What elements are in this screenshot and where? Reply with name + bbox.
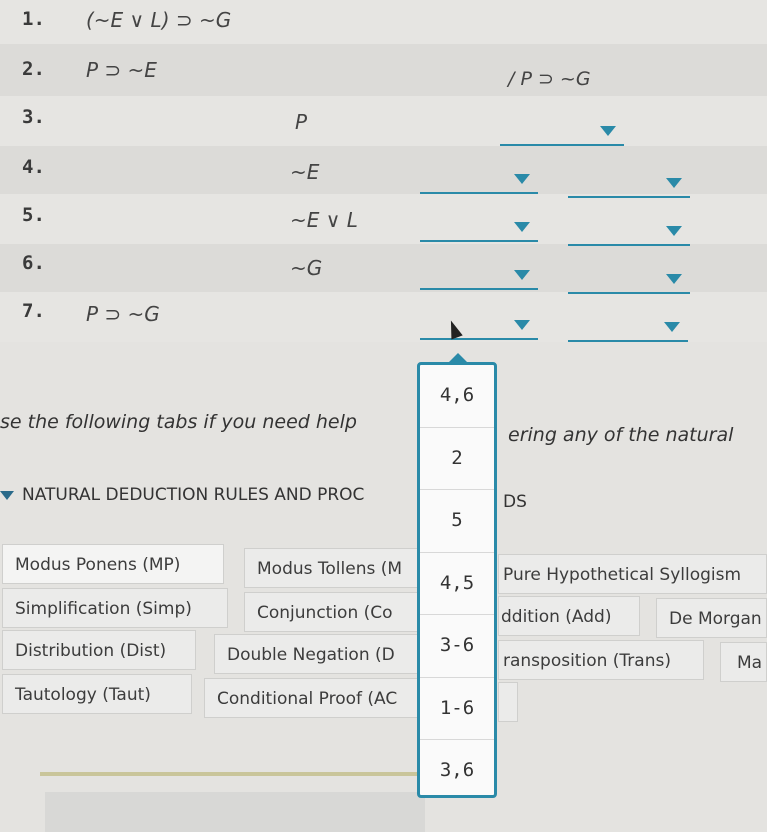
rule-select-line-6[interactable] bbox=[568, 268, 690, 294]
tab-empty bbox=[498, 682, 518, 722]
dropdown-option[interactable]: 1-6 bbox=[420, 678, 494, 740]
lines-select-line-7[interactable] bbox=[420, 314, 538, 340]
rule-select-line-7[interactable] bbox=[568, 316, 688, 342]
dropdown-option[interactable]: 2 bbox=[420, 428, 494, 490]
formula-line-5: ~E ∨ L bbox=[290, 208, 358, 232]
help-text-continued: ering any of the natural bbox=[508, 424, 734, 446]
chevron-down-icon bbox=[666, 178, 682, 188]
chevron-down-icon bbox=[514, 222, 530, 232]
tab-de-morgan[interactable]: De Morgan bbox=[656, 598, 767, 638]
line-number-7: 7. bbox=[22, 300, 45, 322]
tab-conjunction[interactable]: Conjunction (Co bbox=[244, 592, 420, 632]
chevron-down-icon bbox=[666, 226, 682, 236]
rule-select-line-4[interactable] bbox=[568, 172, 690, 198]
dropdown-option[interactable]: 3-6 bbox=[420, 615, 494, 678]
dropdown-option[interactable]: 3,6 bbox=[420, 740, 494, 802]
premise-1: (~E ∨ L) ⊃ ~G bbox=[86, 8, 232, 32]
lines-select-line-6[interactable] bbox=[420, 264, 538, 290]
section-title-continued: DS bbox=[503, 492, 527, 512]
line-number-5: 5. bbox=[22, 204, 45, 226]
tab-distribution[interactable]: Distribution (Dist) bbox=[2, 630, 196, 670]
formula-line-3: P bbox=[295, 110, 308, 134]
line-number-1: 1. bbox=[22, 8, 45, 30]
chevron-down-icon bbox=[600, 126, 616, 136]
conclusion-line-7: P ⊃ ~G bbox=[86, 302, 160, 326]
chevron-down-icon bbox=[664, 322, 680, 332]
tab-conditional-proof[interactable]: Conditional Proof (AC bbox=[204, 678, 420, 718]
lines-select-line-5[interactable] bbox=[420, 216, 538, 242]
rules-section-header[interactable]: NATURAL DEDUCTION RULES AND PROC bbox=[0, 485, 364, 505]
collapsed-panel bbox=[45, 792, 425, 832]
formula-line-6: ~G bbox=[290, 256, 323, 280]
tab-pure-hypothetical-syllogism[interactable]: Pure Hypothetical Syllogism bbox=[498, 554, 767, 594]
row-band-3 bbox=[0, 96, 767, 146]
help-text: se the following tabs if you need help bbox=[0, 411, 357, 433]
conclusion-target: / P ⊃ ~G bbox=[508, 68, 591, 90]
line-number-2: 2. bbox=[22, 58, 45, 80]
chevron-down-icon bbox=[514, 174, 530, 184]
tab-simplification[interactable]: Simplification (Simp) bbox=[2, 588, 228, 628]
rule-select-line-5[interactable] bbox=[568, 220, 690, 246]
dropdown-option[interactable]: 5 bbox=[420, 490, 494, 553]
chevron-down-icon bbox=[666, 274, 682, 284]
tab-transposition[interactable]: ransposition (Trans) bbox=[498, 640, 704, 680]
chevron-down-icon bbox=[514, 270, 530, 280]
tab-addition[interactable]: ddition (Add) bbox=[498, 596, 640, 636]
section-title: NATURAL DEDUCTION RULES AND PROC bbox=[22, 485, 365, 505]
dropdown-caret bbox=[448, 353, 468, 363]
tab-double-negation[interactable]: Double Negation (D bbox=[214, 634, 420, 674]
dropdown-option[interactable]: 4,5 bbox=[420, 553, 494, 615]
line-number-3: 3. bbox=[22, 106, 45, 128]
tab-tautology[interactable]: Tautology (Taut) bbox=[2, 674, 192, 714]
dropdown-option[interactable]: 4,6 bbox=[420, 365, 494, 428]
formula-line-4: ~E bbox=[290, 160, 320, 184]
line-number-6: 6. bbox=[22, 252, 45, 274]
tab-modus-tollens[interactable]: Modus Tollens (M bbox=[244, 548, 420, 588]
collapse-triangle-icon bbox=[0, 490, 14, 500]
lines-select-line-4[interactable] bbox=[420, 168, 538, 194]
line-numbers-dropdown-list[interactable]: 4,6 2 5 4,5 3-6 1-6 3,6 bbox=[417, 353, 497, 798]
divider bbox=[40, 772, 420, 776]
line-number-4: 4. bbox=[22, 156, 45, 178]
tab-material-implication[interactable]: Ma bbox=[720, 642, 767, 682]
chevron-down-icon bbox=[514, 320, 530, 330]
premise-2: P ⊃ ~E bbox=[86, 58, 157, 82]
rule-select-line-3[interactable] bbox=[500, 120, 624, 146]
tab-modus-ponens[interactable]: Modus Ponens (MP) bbox=[2, 544, 224, 584]
